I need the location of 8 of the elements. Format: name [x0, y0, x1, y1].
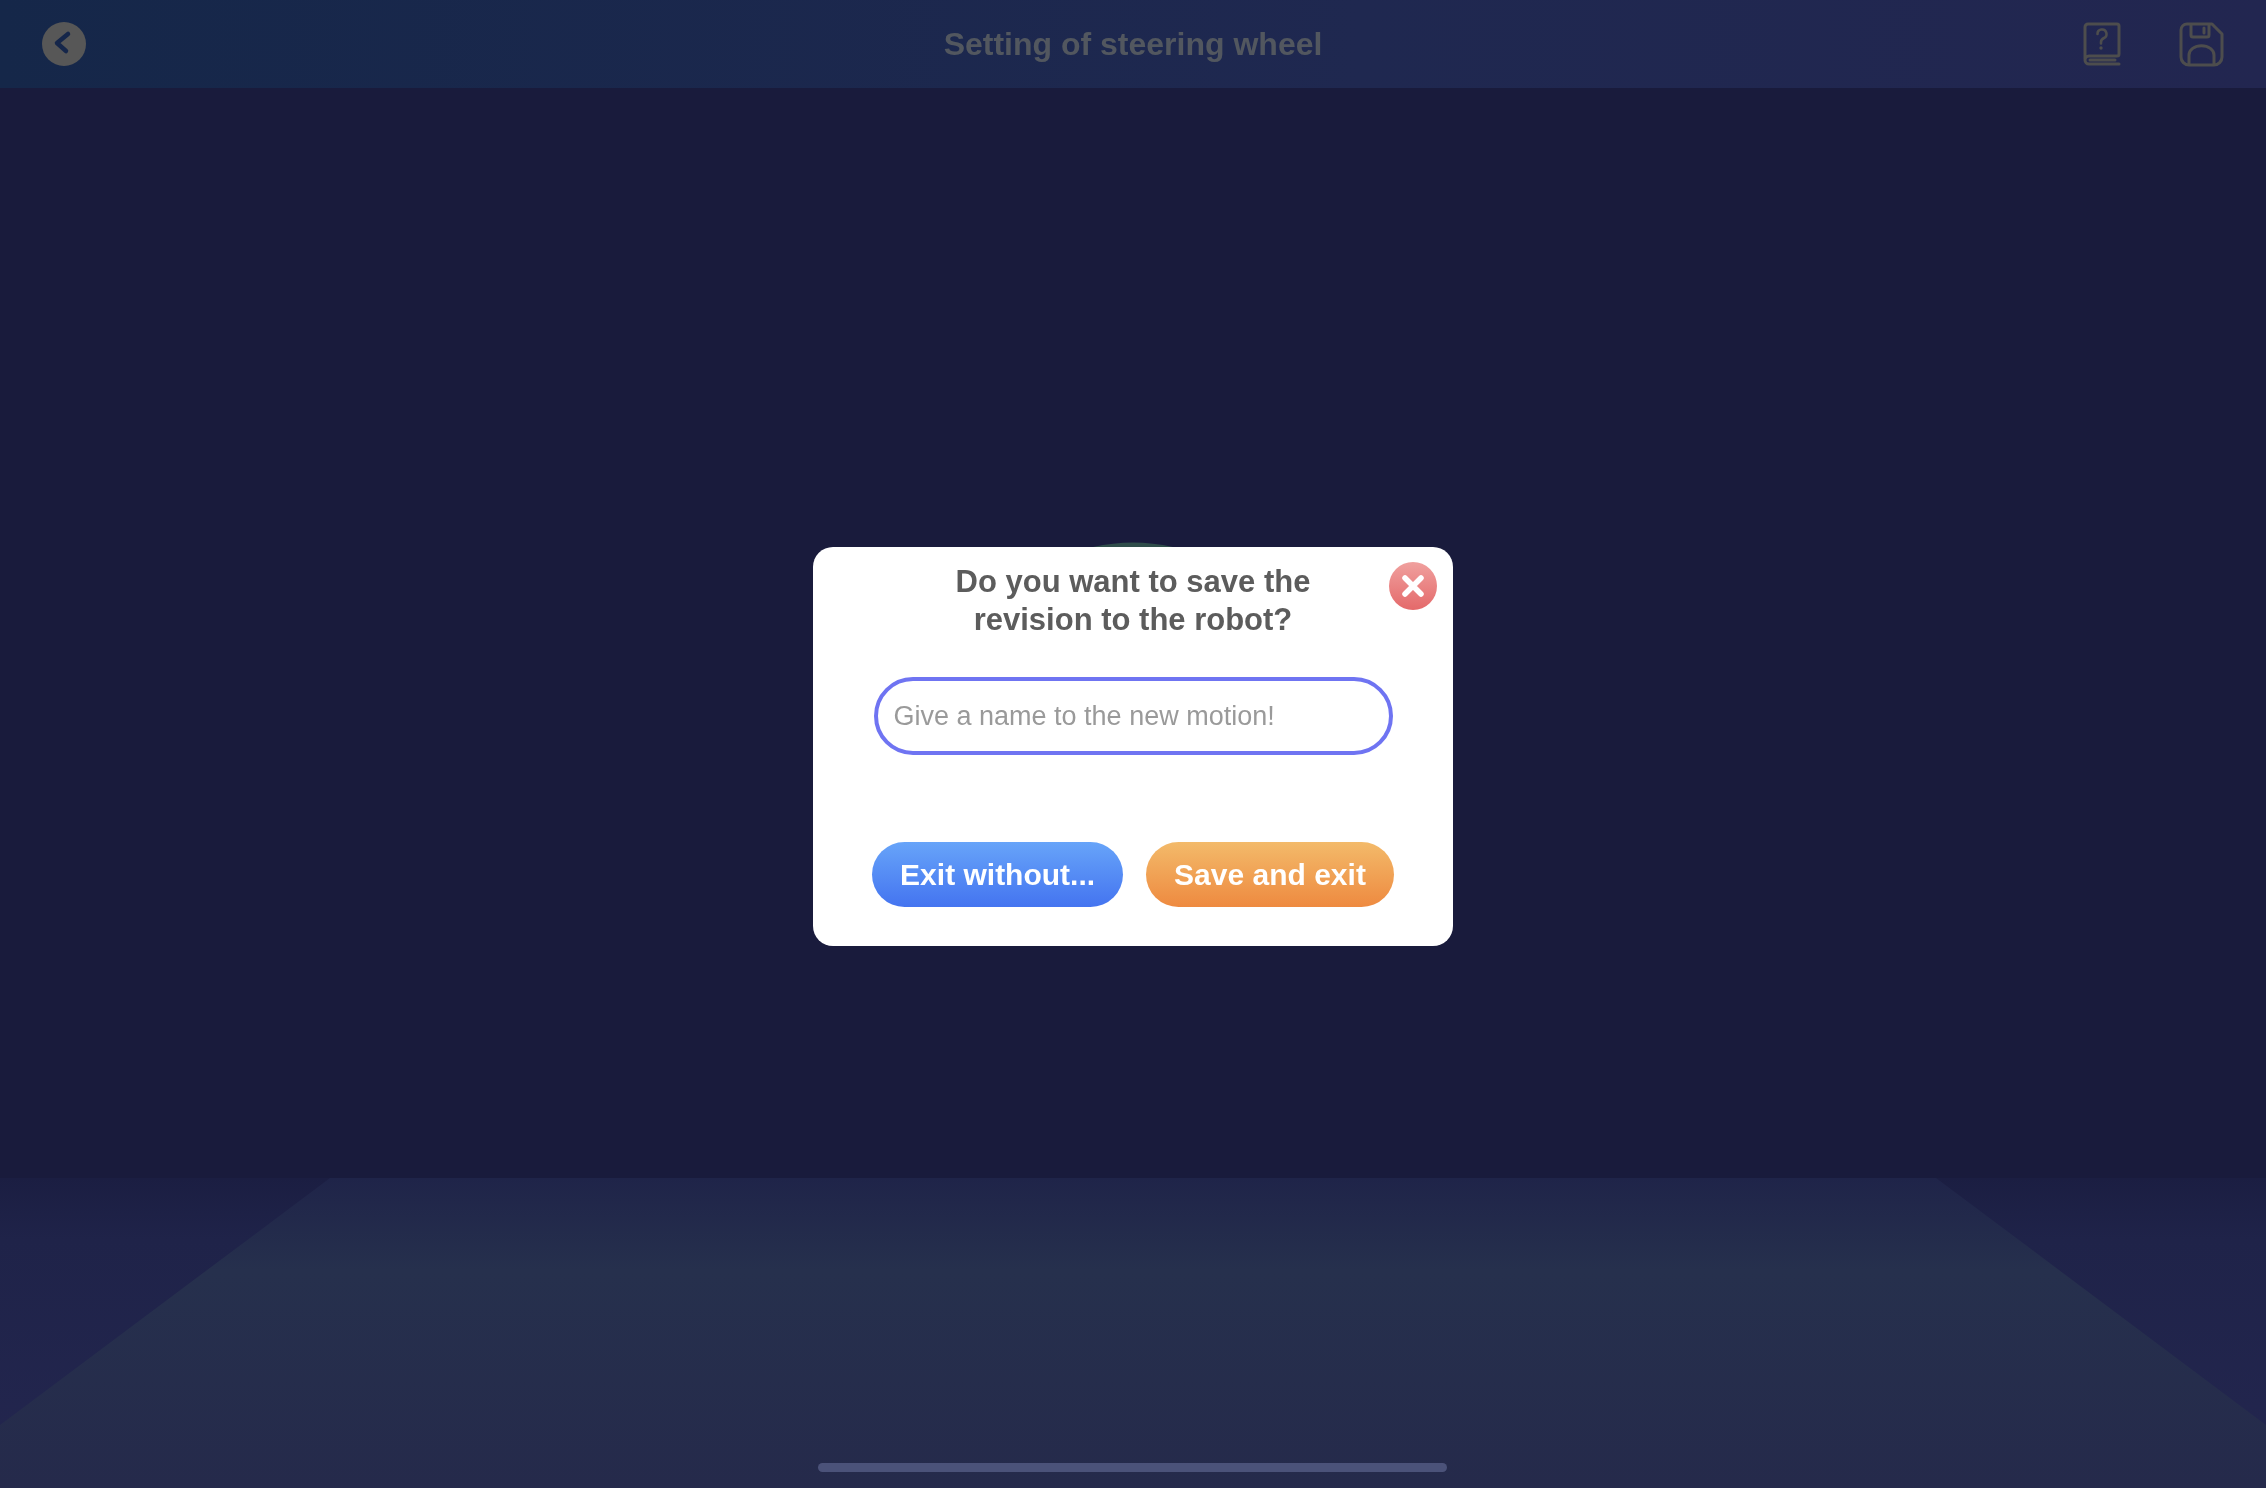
- back-icon[interactable]: [42, 22, 86, 66]
- save-icon[interactable]: [2179, 21, 2224, 67]
- exit-without-saving-button[interactable]: Exit without...: [872, 842, 1124, 907]
- close-icon[interactable]: [1389, 562, 1437, 610]
- save-and-exit-button[interactable]: Save and exit: [1146, 842, 1394, 907]
- name-input-field[interactable]: Give a name to the new motion!: [873, 677, 1393, 755]
- help-book-icon[interactable]: [2081, 21, 2121, 67]
- dialog-title: Do you want to save the revision to the robot?: [954, 563, 1312, 639]
